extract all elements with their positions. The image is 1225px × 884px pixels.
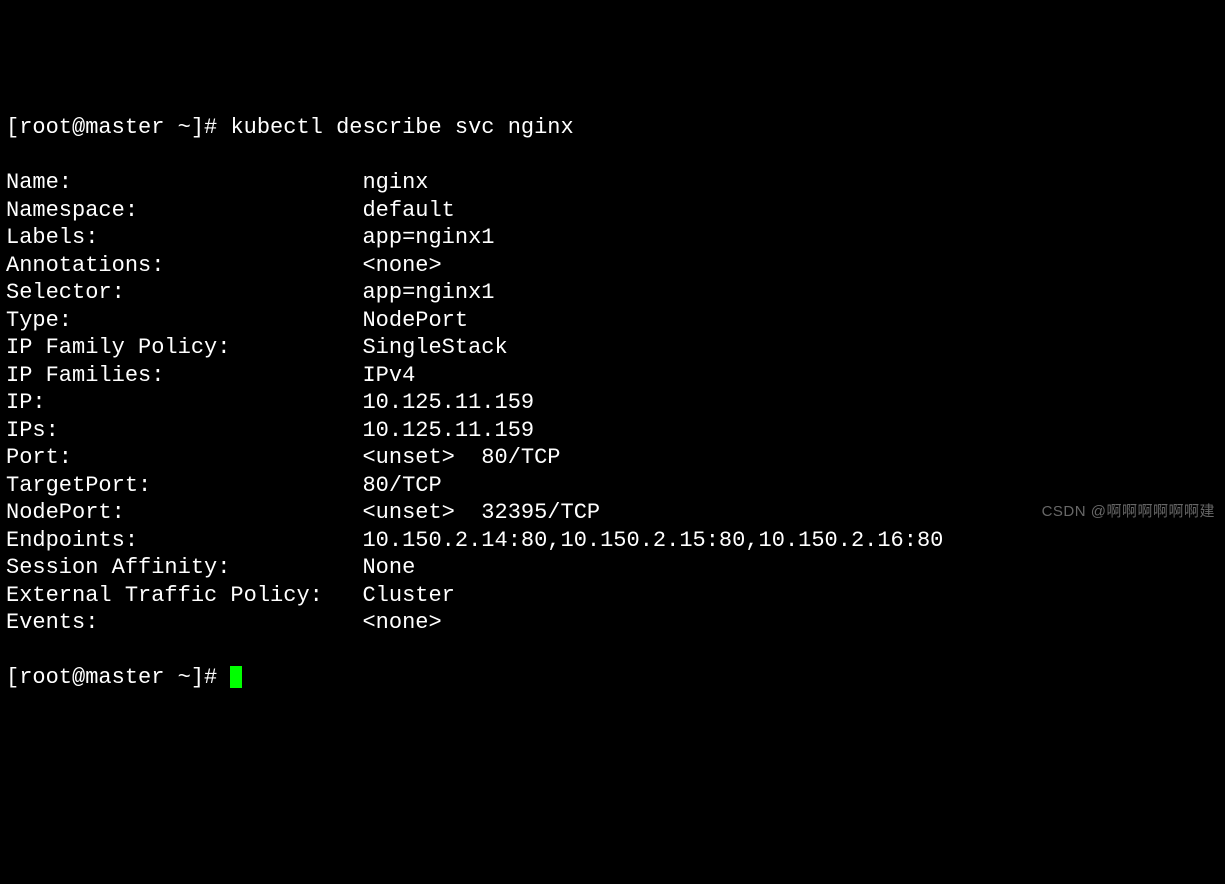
output-row: Namespace: default <box>6 197 1219 225</box>
output-key: TargetPort: <box>6 473 362 498</box>
prompt-host: master <box>85 665 164 690</box>
output-row: IP Family Policy: SingleStack <box>6 334 1219 362</box>
output-row: Annotations: <none> <box>6 252 1219 280</box>
prompt-open: [ <box>6 115 19 140</box>
output-key: External Traffic Policy: <box>6 583 362 608</box>
output-value: 10.125.11.159 <box>362 418 534 443</box>
output-value: 10.150.2.14:80,10.150.2.15:80,10.150.2.1… <box>362 528 943 553</box>
output-value: <unset> 32395/TCP <box>362 500 600 525</box>
output-row: Endpoints: 10.150.2.14:80,10.150.2.15:80… <box>6 527 1219 555</box>
output-key: Annotations: <box>6 253 362 278</box>
prompt-user: root <box>19 115 72 140</box>
output-row: Events: <none> <box>6 609 1219 637</box>
output-row: TargetPort: 80/TCP <box>6 472 1219 500</box>
command-line[interactable]: [root@master ~]# kubectl describe svc ng… <box>6 114 1219 142</box>
output-value: app=nginx1 <box>362 225 494 250</box>
output-value: Cluster <box>362 583 454 608</box>
output-row: IPs: 10.125.11.159 <box>6 417 1219 445</box>
output-row: Selector: app=nginx1 <box>6 279 1219 307</box>
prompt-at: @ <box>72 115 85 140</box>
prompt-close: ] <box>191 665 204 690</box>
cursor-block <box>230 666 242 688</box>
prompt-at: @ <box>72 665 85 690</box>
output-key: Events: <box>6 610 362 635</box>
output-row: Session Affinity: None <box>6 554 1219 582</box>
output-value: IPv4 <box>362 363 415 388</box>
output-key: IP Families: <box>6 363 362 388</box>
output-value: None <box>362 555 415 580</box>
output-key: Labels: <box>6 225 362 250</box>
output-row: Name: nginx <box>6 169 1219 197</box>
output-key: IP: <box>6 390 362 415</box>
output-value: NodePort <box>362 308 468 333</box>
output-key: IPs: <box>6 418 362 443</box>
output-key: Selector: <box>6 280 362 305</box>
output-key: Port: <box>6 445 362 470</box>
output-row: External Traffic Policy: Cluster <box>6 582 1219 610</box>
output-row: Port: <unset> 80/TCP <box>6 444 1219 472</box>
output-key: Type: <box>6 308 362 333</box>
output-key: Endpoints: <box>6 528 362 553</box>
output-value: 10.125.11.159 <box>362 390 534 415</box>
output-value: app=nginx1 <box>362 280 494 305</box>
prompt-user: root <box>19 665 72 690</box>
prompt-path: ~ <box>178 115 191 140</box>
prompt-path: ~ <box>178 665 191 690</box>
output-row: Labels: app=nginx1 <box>6 224 1219 252</box>
prompt-close: ] <box>191 115 204 140</box>
output-row: IP: 10.125.11.159 <box>6 389 1219 417</box>
prompt-open: [ <box>6 665 19 690</box>
prompt-host: master <box>85 115 164 140</box>
output-value: <unset> 80/TCP <box>362 445 560 470</box>
output-value: nginx <box>362 170 428 195</box>
output-key: IP Family Policy: <box>6 335 362 360</box>
output-value: <none> <box>362 610 441 635</box>
prompt-symbol: # <box>204 115 217 140</box>
output-value: SingleStack <box>362 335 507 360</box>
output-value: 80/TCP <box>362 473 441 498</box>
output-row: Type: NodePort <box>6 307 1219 335</box>
output-value: default <box>362 198 454 223</box>
output-key: Namespace: <box>6 198 362 223</box>
output-value: <none> <box>362 253 441 278</box>
output-key: Name: <box>6 170 362 195</box>
output-row: IP Families: IPv4 <box>6 362 1219 390</box>
command-text: kubectl describe svc nginx <box>230 115 573 140</box>
output-key: Session Affinity: <box>6 555 362 580</box>
output-key: NodePort: <box>6 500 362 525</box>
watermark-text: CSDN @啊啊啊啊啊啊建 <box>1042 503 1215 522</box>
prompt-symbol: # <box>204 665 217 690</box>
output-row: NodePort: <unset> 32395/TCP <box>6 499 1219 527</box>
command-output: Name: nginxNamespace: defaultLabels: app… <box>6 169 1219 637</box>
prompt-line[interactable]: [root@master ~]# <box>6 664 1219 692</box>
